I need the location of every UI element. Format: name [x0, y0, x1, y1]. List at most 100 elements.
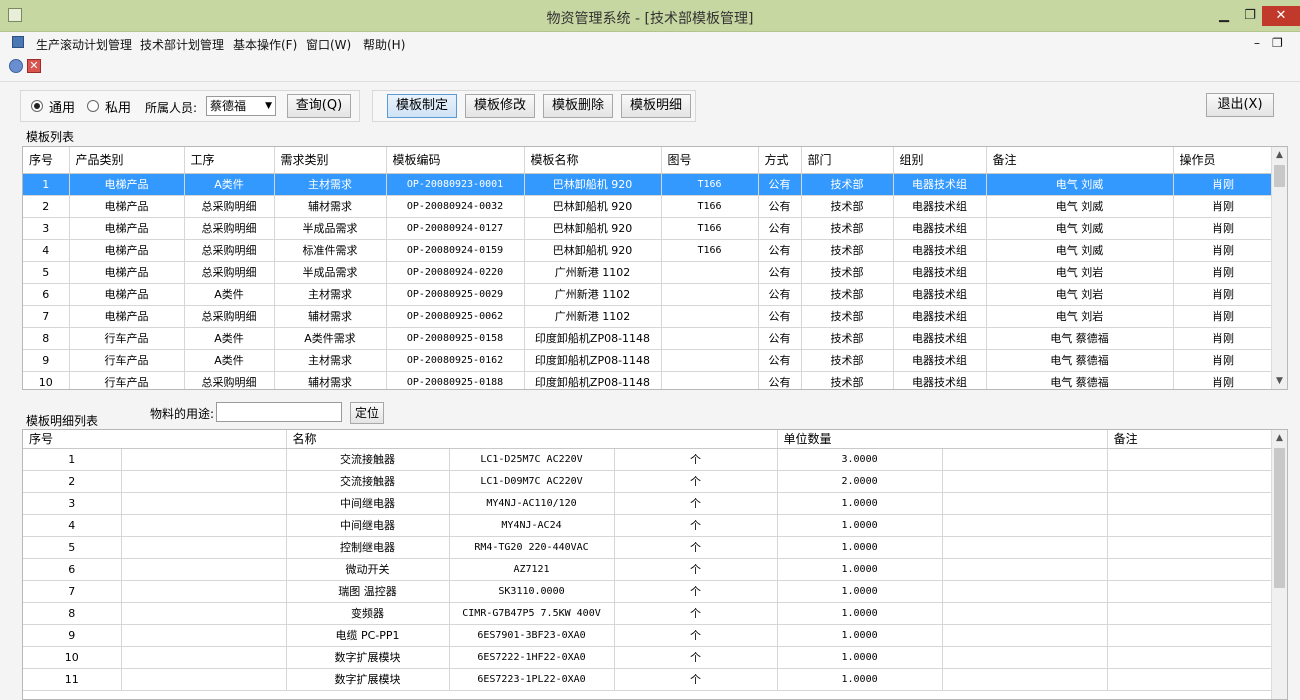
template-row[interactable]: 10 行车产品 总采购明细 辅材需求 OP-20080925-0188 印度卸船机ZP08… — [23, 371, 1274, 389]
detail-row[interactable]: 3 中间继电器 MY4NJ-AC110/120 个 1.0000 — [23, 492, 1274, 515]
cell-template-code: OP-20080924-0127 — [386, 217, 525, 240]
menu-window[interactable]: 窗口(W) — [306, 36, 351, 53]
scroll-thumb[interactable] — [1274, 165, 1285, 187]
person-select[interactable]: 蔡德福 ▼ — [206, 96, 276, 116]
col-header-department[interactable]: 部门 — [801, 147, 894, 174]
scroll-down-icon[interactable]: ▼ — [1272, 373, 1287, 389]
col-header-mode[interactable]: 方式 — [758, 147, 802, 174]
menu-tech-plan[interactable]: 技术部计划管理 — [140, 36, 224, 53]
close-button[interactable]: ✕ — [1262, 6, 1300, 26]
detail-list-scrollbar[interactable]: ▲ — [1271, 430, 1287, 699]
detail-row[interactable]: 1 交流接触器 LC1-D25M7C AC220V 个 3.0000 — [23, 448, 1274, 471]
exit-button[interactable]: 退出(X) — [1206, 93, 1274, 117]
col-header-remark[interactable]: 备注 — [1107, 430, 1274, 449]
cell-spec: 6ES7901-3BF23-0XA0 — [449, 624, 615, 647]
col-header-product-category[interactable]: 产品类别 — [69, 147, 185, 174]
mdi-minimize-button[interactable]: – — [1254, 36, 1260, 50]
cell-spec: 6ES7222-1HF22-0XA0 — [449, 646, 615, 669]
close-icon[interactable]: ✕ — [27, 59, 41, 73]
template-detail-button[interactable]: 模板明细 — [621, 94, 691, 118]
scroll-thumb[interactable] — [1274, 448, 1285, 588]
detail-row[interactable]: 11 数字扩展模块 6ES7223-1PL22-0XA0 个 1.0000 — [23, 668, 1274, 691]
template-row[interactable]: 9 行车产品 A类件 主材需求 OP-20080925-0162 印度卸船机ZP08-11… — [23, 349, 1274, 372]
cell-unit: 个 — [614, 646, 778, 669]
cell-process: 总采购明细 — [184, 195, 275, 218]
cell-blank2 — [942, 536, 1108, 559]
template-row[interactable]: 7 电梯产品 总采购明细 辅材需求 OP-20080925-0062 广州新港 1102 公… — [23, 305, 1274, 328]
template-list-scrollbar[interactable]: ▲ ▼ — [1271, 147, 1287, 389]
template-row[interactable]: 3 电梯产品 总采购明细 半成品需求 OP-20080924-0127 巴林卸船机 920… — [23, 217, 1274, 240]
menu-help[interactable]: 帮助(H) — [363, 36, 405, 53]
col-header-template-code[interactable]: 模板编码 — [386, 147, 525, 174]
person-select-value: 蔡德福 — [210, 99, 247, 113]
detail-row[interactable]: 9 电缆 PC-PP1 6ES7901-3BF23-0XA0 个 1.0000 — [23, 624, 1274, 647]
create-template-button[interactable]: 模板制定 — [387, 94, 457, 118]
col-header-name[interactable]: 名称 — [286, 430, 778, 449]
modify-template-button[interactable]: 模板修改 — [465, 94, 535, 118]
delete-template-button[interactable]: 模板删除 — [543, 94, 613, 118]
detail-row[interactable]: 5 控制继电器 RM4-TG20 220-440VAC 个 1.0000 — [23, 536, 1274, 559]
col-header-unit-qty[interactable]: 单位数量 — [777, 430, 1108, 449]
detail-row[interactable]: 8 变频器 CIMR-G7B47P5 7.5KW 400V 个 1.0000 — [23, 602, 1274, 625]
menu-basic-ops[interactable]: 基本操作(F) — [233, 36, 297, 53]
radio-public[interactable] — [31, 100, 43, 112]
cell-remark — [1107, 448, 1274, 471]
mdi-child-icon[interactable] — [12, 36, 24, 48]
cell-quantity: 1.0000 — [777, 646, 943, 669]
cell-name: 中间继电器 — [286, 514, 450, 537]
detail-row[interactable]: 2 交流接触器 LC1-D09M7C AC220V 个 2.0000 — [23, 470, 1274, 493]
col-header-index[interactable]: 序号 — [23, 430, 287, 449]
refresh-icon[interactable] — [9, 59, 23, 73]
cell-product-category: 电梯产品 — [69, 305, 185, 328]
cell-blank — [121, 646, 287, 669]
filter-panel: 通用 私用 所属人员: 蔡德福 ▼ 查询(Q) — [20, 90, 360, 122]
cell-drawing-no — [661, 327, 759, 350]
cell-group: 电器技术组 — [893, 371, 987, 389]
col-header-index[interactable]: 序号 — [23, 147, 70, 174]
col-header-drawing-no[interactable]: 图号 — [661, 147, 759, 174]
col-header-remark[interactable]: 备注 — [986, 147, 1174, 174]
menu-production-plan[interactable]: 生产滚动计划管理 — [36, 36, 132, 53]
template-row[interactable]: 1 电梯产品 A类件 主材需求 OP-20080923-0001 巴林卸船机 920 T16… — [23, 173, 1274, 196]
template-row[interactable]: 2 电梯产品 总采购明细 辅材需求 OP-20080924-0032 巴林卸船机 920 T… — [23, 195, 1274, 218]
template-row[interactable]: 5 电梯产品 总采购明细 半成品需求 OP-20080924-0220 广州新港 1102… — [23, 261, 1274, 284]
toolbar: ✕ — [0, 54, 1300, 82]
scroll-up-icon[interactable]: ▲ — [1272, 430, 1287, 446]
cell-quantity: 1.0000 — [777, 580, 943, 603]
detail-row[interactable]: 4 中间继电器 MY4NJ-AC24 个 1.0000 — [23, 514, 1274, 537]
template-row[interactable]: 6 电梯产品 A类件 主材需求 OP-20080925-0029 广州新港 1102 公有技… — [23, 283, 1274, 306]
query-button[interactable]: 查询(Q) — [287, 94, 351, 118]
purpose-input[interactable] — [216, 402, 342, 422]
col-header-process[interactable]: 工序 — [184, 147, 275, 174]
minimize-button[interactable]: ▁ — [1212, 6, 1236, 26]
cell-demand-category: 主材需求 — [274, 283, 387, 306]
col-header-demand-category[interactable]: 需求类别 — [274, 147, 387, 174]
cell-department: 技术部 — [801, 195, 894, 218]
detail-row[interactable]: 7 瑞图 温控器 SK3110.0000 个 1.0000 — [23, 580, 1274, 603]
template-list-body: 1 电梯产品 A类件 主材需求 OP-20080923-0001 巴林卸船机 920 T16… — [23, 173, 1274, 389]
template-row[interactable]: 8 行车产品 A类件 A类件需求 OP-20080925-0158 印度卸船机ZP08-1… — [23, 327, 1274, 350]
cell-remark: 电气 刘威 — [986, 195, 1174, 218]
detail-row[interactable]: 6 微动开关 AZ7121 个 1.0000 — [23, 558, 1274, 581]
cell-mode: 公有 — [758, 349, 802, 372]
radio-private[interactable] — [87, 100, 99, 112]
cell-quantity: 1.0000 — [777, 492, 943, 515]
detail-row[interactable]: 10 数字扩展模块 6ES7222-1HF22-0XA0 个 1.0000 — [23, 646, 1274, 669]
col-header-template-name[interactable]: 模板名称 — [524, 147, 662, 174]
maximize-button[interactable]: ❐ — [1238, 6, 1262, 26]
col-header-operator[interactable]: 操作员 — [1173, 147, 1274, 174]
cell-drawing-no: T166 — [661, 217, 759, 240]
cell-process: A类件 — [184, 327, 275, 350]
cell-group: 电器技术组 — [893, 305, 987, 328]
cell-department: 技术部 — [801, 349, 894, 372]
mdi-restore-button[interactable]: ❐ — [1272, 36, 1283, 50]
cell-unit: 个 — [614, 492, 778, 515]
col-header-group[interactable]: 组别 — [893, 147, 987, 174]
cell-index: 3 — [23, 217, 70, 240]
cell-name: 电缆 PC-PP1 — [286, 624, 450, 647]
scroll-up-icon[interactable]: ▲ — [1272, 147, 1287, 163]
cell-drawing-no — [661, 371, 759, 389]
template-row[interactable]: 4 电梯产品 总采购明细 标准件需求 OP-20080924-0159 巴林卸船机 920… — [23, 239, 1274, 262]
cell-spec: AZ7121 — [449, 558, 615, 581]
locate-button[interactable]: 定位 — [350, 402, 384, 424]
